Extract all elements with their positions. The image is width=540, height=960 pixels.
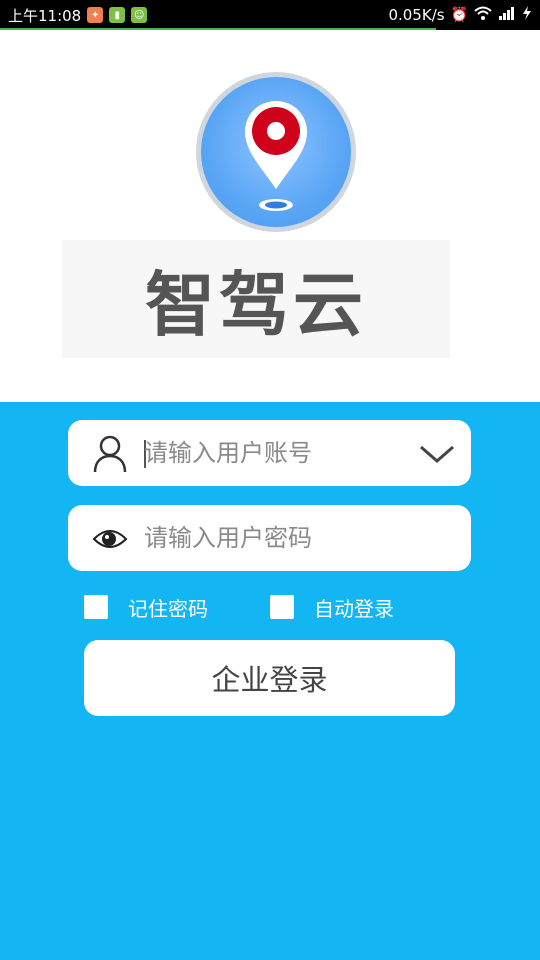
battery-app-icon: ▮ xyxy=(109,7,126,23)
username-field[interactable]: 请输入用户账号 xyxy=(68,420,471,486)
password-placeholder: 请输入用户密码 xyxy=(144,524,312,552)
map-pin-icon xyxy=(245,101,307,211)
android-icon: ☺ xyxy=(131,7,148,23)
auto-login-checkbox[interactable] xyxy=(270,595,294,619)
login-area: 请输入用户账号 请输入用户密码 记住密码 自动登录 企业登录 xyxy=(0,402,540,960)
charging-icon xyxy=(522,6,532,24)
signal-icon xyxy=(498,6,516,24)
alarm-icon: ⏰ xyxy=(450,7,468,23)
brand-name: 智驾云 xyxy=(145,263,367,346)
brand-panel: 智驾云 xyxy=(62,240,450,358)
status-time: 上午11:08 xyxy=(8,6,82,25)
status-bar-right: 0.05K/s ⏰ xyxy=(388,6,532,24)
remember-password-checkbox[interactable] xyxy=(84,595,108,619)
enterprise-login-button[interactable]: 企业登录 xyxy=(84,640,455,716)
username-placeholder: 请输入用户账号 xyxy=(144,439,312,467)
weibo-icon: ✦ xyxy=(87,7,104,23)
logo-area: 智驾云 xyxy=(0,30,540,402)
logo-circle xyxy=(196,72,356,232)
wifi-icon xyxy=(474,6,492,24)
remember-password-label: 记住密码 xyxy=(128,596,208,621)
network-speed: 0.05K/s xyxy=(388,6,445,24)
auto-login-label: 自动登录 xyxy=(314,596,394,621)
status-bar-left: 上午11:08 ✦ ▮ ☺ xyxy=(8,5,148,26)
user-icon xyxy=(90,434,130,474)
auto-login-option[interactable]: 自动登录 xyxy=(270,594,394,621)
eye-icon[interactable] xyxy=(90,519,130,559)
status-bar: 上午11:08 ✦ ▮ ☺ 0.05K/s ⏰ xyxy=(0,0,540,30)
remember-password-option[interactable]: 记住密码 xyxy=(84,594,208,621)
password-field[interactable]: 请输入用户密码 xyxy=(68,505,471,571)
chevron-down-icon[interactable] xyxy=(417,434,457,474)
